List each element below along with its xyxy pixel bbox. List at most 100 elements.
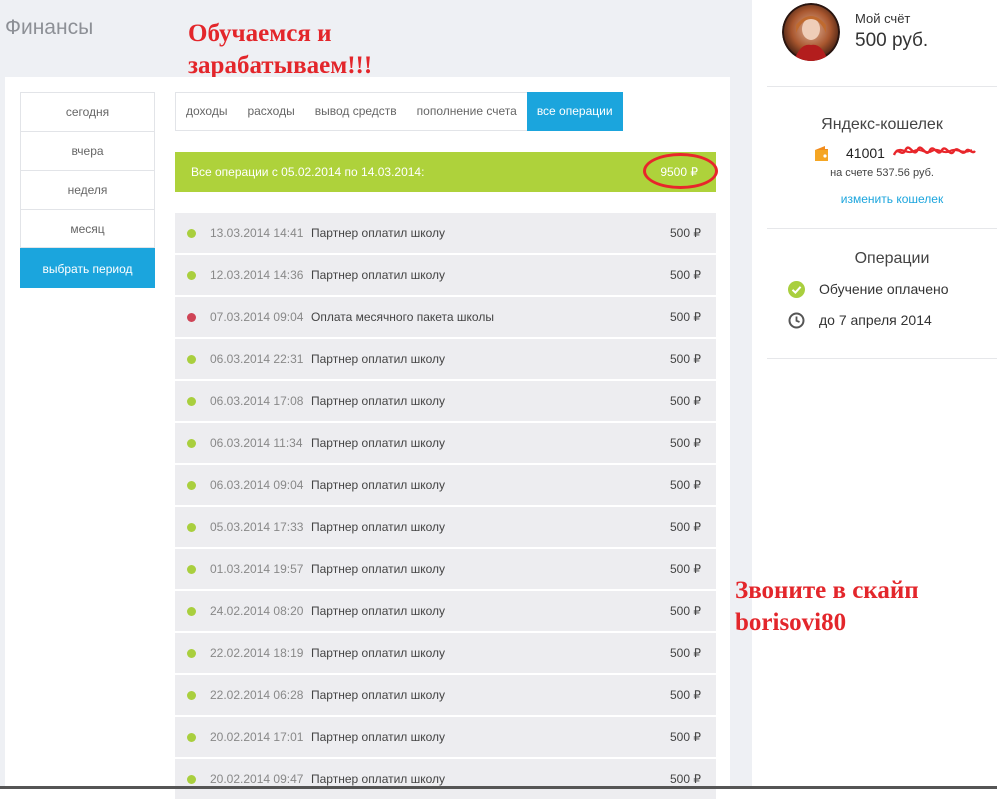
operation-date: 06.03.2014 11:34 <box>210 436 303 450</box>
operation-date: 13.03.2014 14:41 <box>210 226 304 240</box>
period-yesterday[interactable]: вчера <box>20 131 155 170</box>
operation-date: 20.02.2014 09:47 <box>210 772 304 786</box>
operation-description: Партнер оплатил школу <box>311 772 446 786</box>
operation-amount: 500 ₽ <box>670 688 701 702</box>
operation-row[interactable]: 05.03.2014 17:33 Партнер оплатил школу 500… <box>175 507 716 547</box>
operation-date: 22.02.2014 06:28 <box>210 688 304 702</box>
status-paid-text: Обучение оплачено <box>819 281 949 297</box>
period-custom-button[interactable]: выбрать период <box>20 248 155 288</box>
operation-date: 07.03.2014 09:04 <box>210 310 304 324</box>
operation-date: 01.03.2014 19:57 <box>210 562 304 576</box>
operation-date: 06.03.2014 22:31 <box>210 352 304 366</box>
operation-description: Оплата месячного пакета школы <box>311 310 494 324</box>
operation-date: 12.03.2014 14:36 <box>210 268 304 282</box>
sidebar-divider <box>767 86 997 87</box>
skype-line-2: borisovi80 <box>735 609 847 636</box>
operation-row[interactable]: 06.03.2014 22:31 Партнер оплатил школу 500… <box>175 339 716 379</box>
expense-status-dot <box>187 313 196 322</box>
operation-row[interactable]: 22.02.2014 18:19 Партнер оплатил школу 500… <box>175 633 716 673</box>
operation-tabs: доходы расходы вывод средств пополнение … <box>175 92 623 131</box>
operation-row[interactable]: 07.03.2014 09:04 Оплата месячного пакета … <box>175 297 716 337</box>
operation-amount: 500 ₽ <box>670 562 701 576</box>
operation-description: Партнер оплатил школу <box>311 604 446 618</box>
summary-label: Все операции с 05.02.2014 по 14.03.2014: <box>191 165 425 179</box>
yandex-wallet-icon <box>814 145 829 162</box>
income-status-dot <box>187 271 196 280</box>
promo-annotation: Обучаемся и зарабатываем!!! <box>188 18 488 82</box>
account-balance: 500 руб. <box>855 30 929 51</box>
sidebar-divider <box>767 358 997 359</box>
operation-amount: 500 ₽ <box>670 478 701 492</box>
clock-icon <box>788 312 805 329</box>
operation-description: Партнер оплатил школу <box>311 226 446 240</box>
operation-date: 22.02.2014 18:19 <box>210 646 304 660</box>
operation-amount: 500 ₽ <box>670 604 701 618</box>
operation-description: Партнер оплатил школу <box>311 436 446 450</box>
operations-panel-title: Операции <box>854 250 930 267</box>
operation-date: 24.02.2014 08:20 <box>210 604 304 618</box>
income-status-dot <box>187 229 196 238</box>
highlight-ellipse <box>643 153 718 189</box>
operation-amount: 500 ₽ <box>670 772 701 786</box>
income-status-dot <box>187 397 196 406</box>
operations-list: 13.03.2014 14:41 Партнер оплатил школу 500… <box>175 213 716 801</box>
operation-row[interactable]: 06.03.2014 17:08 Партнер оплатил школу 500… <box>175 381 716 421</box>
operation-description: Партнер оплатил школу <box>311 268 446 282</box>
income-status-dot <box>187 523 196 532</box>
operation-row[interactable]: 20.02.2014 17:01 Партнер оплатил школу 500… <box>175 717 716 757</box>
period-week[interactable]: неделя <box>20 170 155 209</box>
skype-annotation: Звоните в скайп borisovi80 <box>735 575 919 639</box>
operation-amount: 500 ₽ <box>670 352 701 366</box>
income-status-dot <box>187 355 196 364</box>
operation-amount: 500 ₽ <box>670 268 701 282</box>
operation-date: 06.03.2014 17:08 <box>210 394 304 408</box>
status-expiry-text: до 7 апреля 2014 <box>819 312 932 328</box>
period-today[interactable]: сегодня <box>20 92 155 131</box>
tab-all-operations[interactable]: все операции <box>526 92 623 131</box>
operation-description: Партнер оплатил школу <box>311 688 446 702</box>
income-status-dot <box>187 607 196 616</box>
operation-amount: 500 ₽ <box>670 394 701 408</box>
page-title: Финансы <box>5 16 94 39</box>
operation-row[interactable]: 06.03.2014 09:04 Партнер оплатил школу 500… <box>175 465 716 505</box>
operation-row[interactable]: 12.03.2014 14:36 Партнер оплатил школу 500… <box>175 255 716 295</box>
operation-amount: 500 ₽ <box>670 310 701 324</box>
operation-description: Партнер оплатил школу <box>311 646 446 660</box>
sidebar-divider <box>767 228 997 229</box>
income-status-dot <box>187 691 196 700</box>
change-wallet-link[interactable]: изменить кошелек <box>767 192 997 206</box>
operation-amount: 500 ₽ <box>670 436 701 450</box>
tab-withdrawal[interactable]: вывод средств <box>305 93 407 130</box>
skype-line-1: Звоните в скайп <box>735 577 919 604</box>
operation-row[interactable]: 24.02.2014 08:20 Партнер оплатил школу 500… <box>175 591 716 631</box>
operation-row[interactable]: 01.03.2014 19:57 Партнер оплатил школу 500… <box>175 549 716 589</box>
wallet-number: 41001 <box>846 145 885 161</box>
wallet-balance: на счете 537.56 руб. <box>830 167 934 179</box>
operation-description: Партнер оплатил школу <box>311 562 446 576</box>
income-status-dot <box>187 775 196 784</box>
wallet-title: Яндекс-кошелек <box>821 116 943 133</box>
period-filter: сегодня вчера неделя месяц выбрать перио… <box>20 92 155 288</box>
tab-income[interactable]: доходы <box>176 93 237 130</box>
tab-expenses[interactable]: расходы <box>237 93 304 130</box>
income-status-dot <box>187 649 196 658</box>
account-label: Мой счёт <box>855 11 911 26</box>
period-month[interactable]: месяц <box>20 209 155 248</box>
operation-row[interactable]: 06.03.2014 11:34 Партнер оплатил школу 500… <box>175 423 716 463</box>
operation-row[interactable]: 13.03.2014 14:41 Партнер оплатил школу 500… <box>175 213 716 253</box>
tab-top-up[interactable]: пополнение счета <box>407 93 527 130</box>
summary-bar: Все операции с 05.02.2014 по 14.03.2014:… <box>175 152 716 192</box>
income-status-dot <box>187 439 196 448</box>
operation-date: 20.02.2014 17:01 <box>210 730 304 744</box>
operation-description: Партнер оплатил школу <box>311 478 446 492</box>
check-circle-icon <box>788 281 805 298</box>
operation-amount: 500 ₽ <box>670 646 701 660</box>
operation-description: Партнер оплатил школу <box>311 352 446 366</box>
operation-row[interactable]: 20.02.2014 09:47 Партнер оплатил школу 500… <box>175 759 716 799</box>
redaction-scribble <box>892 146 976 156</box>
avatar[interactable] <box>782 3 840 61</box>
operation-amount: 500 ₽ <box>670 520 701 534</box>
income-status-dot <box>187 733 196 742</box>
operation-date: 06.03.2014 09:04 <box>210 478 304 492</box>
operation-row[interactable]: 22.02.2014 06:28 Партнер оплатил школу 500… <box>175 675 716 715</box>
